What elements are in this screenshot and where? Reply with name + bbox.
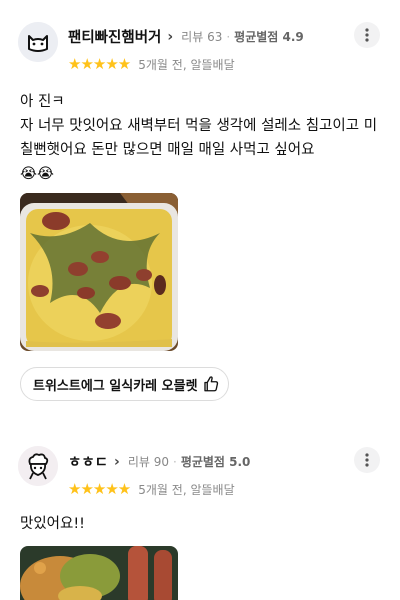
rating-row: ★★★★★ 5개월 전, 알뜰배달 — [68, 55, 235, 73]
emoji-line: 😭😭 — [20, 166, 54, 182]
review-date: 5개월 전, 알뜰배달 — [138, 482, 235, 497]
average-rating: 평균별점 4.9 — [234, 30, 304, 44]
food-photo-image — [20, 193, 178, 351]
chevron-right-icon[interactable]: › — [167, 29, 173, 45]
review-text: 아 진ㅋ 자 너무 맛잇어요 새벽부터 먹을 생각에 설레소 침고이고 미칠뻔햇… — [20, 90, 382, 186]
review-count: 리뷰 63 — [181, 30, 223, 44]
review-text-line: 자 너무 맛잇어요 새벽부터 먹을 생각에 설레소 침고이고 미칠뻔햇어요 돈만… — [20, 118, 378, 158]
reviewer-info: 팬티빠진햄버거 › 리뷰 63 · 평균별점 4.9 — [68, 26, 304, 47]
avatar[interactable] — [18, 22, 58, 62]
food-photo-image — [20, 546, 178, 600]
rating-row: ★★★★★ 5개월 전, 알뜰배달 — [68, 480, 235, 498]
star-rating: ★★★★★ — [68, 55, 131, 73]
more-vertical-icon — [365, 28, 369, 42]
reviewer-nickname[interactable]: 팬티빠진햄버거 — [68, 26, 161, 47]
more-options-button[interactable] — [354, 22, 380, 48]
menu-item-chip[interactable]: 트위스트에그 일식카레 오믈렛 — [20, 367, 229, 401]
reviewer-info: ㅎㅎㄷ › 리뷰 90 · 평균별점 5.0 — [68, 451, 250, 472]
menu-item-name: 트위스트에그 일식카레 오믈렛 — [33, 378, 198, 394]
more-vertical-icon — [365, 453, 369, 467]
avatar[interactable] — [18, 446, 58, 486]
separator-dot: · — [226, 29, 231, 44]
review-count: 리뷰 90 — [127, 455, 169, 469]
separator-dot: · — [172, 454, 177, 469]
review-text-line: 아 진ㅋ — [20, 94, 65, 110]
chevron-right-icon[interactable]: › — [114, 454, 120, 470]
review-date: 5개월 전, 알뜰배달 — [138, 57, 235, 72]
review-photo[interactable] — [20, 546, 178, 600]
thumbs-up-icon — [203, 376, 218, 392]
average-rating: 평균별점 5.0 — [180, 455, 251, 469]
reviewer-nickname[interactable]: ㅎㅎㄷ — [68, 451, 108, 472]
review-text: 맛있어요!! — [20, 512, 382, 536]
star-rating: ★★★★★ — [68, 480, 131, 498]
cat-avatar-icon — [18, 22, 58, 62]
more-options-button[interactable] — [354, 447, 380, 473]
chef-avatar-icon — [18, 446, 58, 486]
review-text-line: 맛있어요!! — [20, 516, 85, 532]
review-photo[interactable] — [20, 193, 178, 351]
